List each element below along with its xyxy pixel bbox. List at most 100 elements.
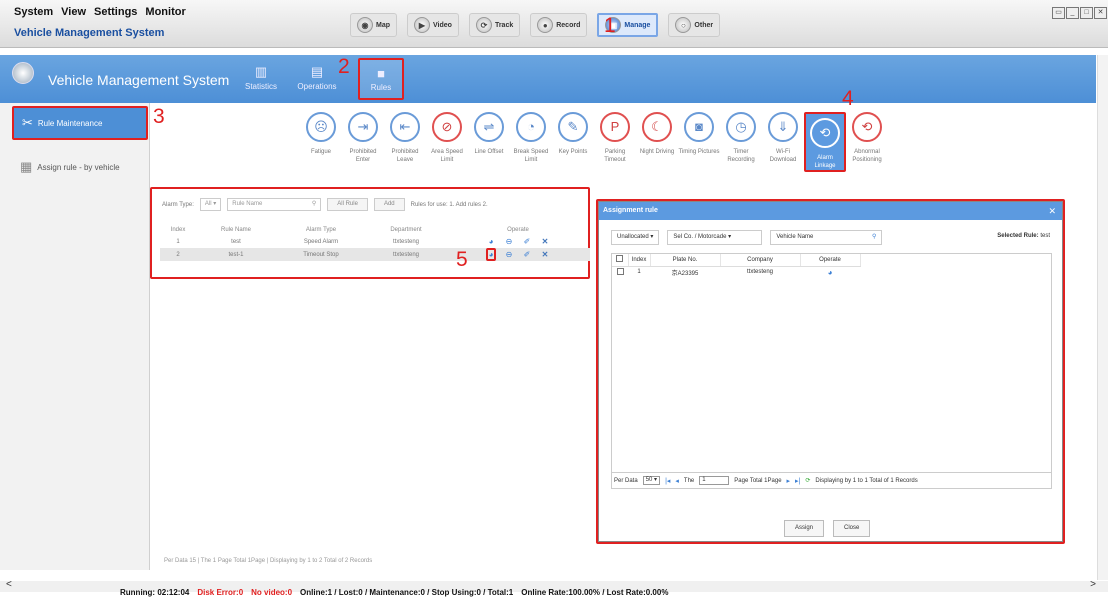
search-icon[interactable]: ⚲ [872, 231, 876, 244]
search-icon[interactable]: ⚲ [312, 199, 316, 210]
menu-system[interactable]: System [14, 6, 53, 18]
add-rule-button[interactable]: Add [373, 198, 405, 211]
rule-toolbar: Alarm Type: All ▾ Rule Name ⚲ All Rule Ad… [162, 198, 488, 211]
camera-icon: ◙ [684, 112, 714, 142]
rule-fatigue[interactable]: ☹ Fatigue [300, 112, 342, 172]
table-header: Index Plate No. Company Operate [612, 254, 861, 267]
edit-icon[interactable]: ✐ [522, 250, 532, 259]
tab-operations[interactable]: ▤ Operations [294, 58, 340, 100]
delete-icon[interactable]: ✕ [540, 250, 550, 259]
company-select[interactable]: Sel Co. / Motorcade ▾ [667, 230, 763, 245]
table-header: Index Rule Name Alarm Type Department Op… [170, 226, 529, 233]
video-icon: ▶ [414, 17, 430, 33]
dialog-pager: Per Data 50 ▾ |◂ ◂ The 1 Page Total 1Page… [611, 473, 1052, 489]
operations-icon: ▤ [310, 64, 324, 79]
nav-other[interactable]: ○ Other [668, 13, 721, 37]
rule-table-pager[interactable]: Per Data 15 | The 1 Page Total 1Page | D… [164, 558, 372, 564]
alarm-linkage-icon: ⟲ [810, 118, 840, 148]
per-data-select[interactable]: 50 ▾ [642, 476, 661, 485]
fatigue-icon: ☹ [306, 112, 336, 142]
row-checkbox[interactable] [616, 267, 624, 275]
select-all-checkbox[interactable] [616, 255, 624, 263]
tab-statistics[interactable]: ▥ Statistics [238, 58, 284, 100]
menu-view[interactable]: View [61, 6, 86, 18]
area-speed-icon: ⊘ [432, 112, 462, 142]
vehicle-name-input[interactable]: Vehicle Name ⚲ [770, 230, 883, 245]
chart-icon: ▥ [254, 64, 268, 79]
table-row[interactable]: 1 京A23395 ttxtesteng ◕ [612, 266, 860, 278]
rule-timing-pictures[interactable]: ◙ Timing Pictures [678, 112, 720, 172]
building-icon: ▦ [20, 159, 33, 174]
parking-icon: P [600, 112, 630, 142]
table-row[interactable]: 2 test-1 Timeout Stop ttxtesteng ◕ ⊖ ✐ ✕ [160, 248, 590, 261]
record-icon: ● [537, 17, 554, 33]
rule-timer-recording[interactable]: ◷ Timer Recording [720, 112, 762, 172]
prev-page-icon[interactable]: ◂ [675, 477, 679, 485]
rule-table: Index Rule Name Alarm Type Department Op… [160, 224, 590, 261]
edit-icon[interactable]: ✐ [522, 237, 532, 246]
page-input[interactable]: 1 [699, 476, 730, 485]
close-icon[interactable]: ✕ [1094, 7, 1107, 19]
rule-parking-timeout[interactable]: P Parking Timeout [594, 112, 636, 172]
speedometer-icon: ◔ [516, 112, 546, 142]
night-car-icon: ☾ [642, 112, 672, 142]
rule-night-driving[interactable]: ☾ Night Driving [636, 112, 678, 172]
rule-area-speed-limit[interactable]: ⊘ Area Speed Limit [426, 112, 468, 172]
annotation-5: 5 [456, 248, 468, 271]
other-icon: ○ [675, 17, 692, 33]
annotation-4: 4 [842, 87, 854, 110]
vertical-scrollbar[interactable] [1097, 55, 1108, 580]
rule-type-bar: ☹ Fatigue ⇥ Prohibited Enter ⇤ Prohibited L… [300, 112, 888, 172]
assign-icon[interactable]: ◕ [486, 237, 496, 246]
maximize-icon[interactable]: □ [1080, 7, 1093, 19]
rule-name-input[interactable]: Rule Name ⚲ [227, 198, 322, 211]
delete-icon[interactable]: ✕ [540, 237, 550, 246]
nav-track[interactable]: ⟳ Track [468, 13, 521, 37]
system-logo-icon [12, 62, 34, 84]
sidebar-item-assign-by-vehicle[interactable]: ▦ Assign rule - by vehicle [12, 150, 148, 184]
rule-key-points[interactable]: ✎ Key Points [552, 112, 594, 172]
first-page-icon[interactable]: |◂ [665, 477, 670, 485]
alarm-type-select[interactable]: All ▾ [199, 198, 222, 211]
minimize-icon[interactable]: _ [1066, 7, 1079, 19]
assign-icon[interactable]: ◕ [825, 268, 835, 277]
window-menu-icon[interactable]: ▭ [1052, 7, 1065, 19]
menu-settings[interactable]: Settings [94, 6, 137, 18]
annotation-3: 3 [153, 105, 165, 128]
assign-icon[interactable]: ◕ [486, 248, 496, 261]
disable-icon[interactable]: ⊖ [504, 237, 514, 246]
rule-prohibited-enter[interactable]: ⇥ Prohibited Enter [342, 112, 384, 172]
refresh-icon[interactable]: ⟳ [805, 477, 810, 484]
last-page-icon[interactable]: ▸| [795, 477, 800, 485]
dialog-close-icon[interactable]: ✕ [1048, 206, 1056, 217]
nav-map[interactable]: ◉ Map [350, 13, 397, 37]
map-icon: ◉ [357, 17, 373, 33]
next-page-icon[interactable]: ▸ [787, 477, 791, 485]
sidebar-item-rule-maintenance[interactable]: ✂ Rule Maintenance [12, 106, 148, 140]
track-icon: ⟳ [475, 17, 492, 33]
rule-break-speed-limit[interactable]: ◔ Break Speed Limit [510, 112, 552, 172]
nav-video[interactable]: ▶ Video [407, 13, 459, 37]
nav-record[interactable]: ● Record [530, 13, 588, 37]
unallocated-select[interactable]: Unallocated ▾ [611, 230, 660, 245]
rule-abnormal-positioning[interactable]: ⟲ Abnormal Positioning [846, 112, 888, 172]
vehicle-table: Index Plate No. Company Operate 1 京A2339… [612, 254, 861, 278]
close-button[interactable]: Close [833, 520, 871, 537]
timer-icon: ◷ [726, 112, 756, 142]
table-row[interactable]: 1 test Speed Alarm ttxtesteng ◕ ⊖ ✐ ✕ [160, 235, 590, 248]
rule-alarm-linkage[interactable]: ⟲ Alarm Linkage [804, 112, 846, 172]
rule-prohibited-leave[interactable]: ⇤ Prohibited Leave [384, 112, 426, 172]
rule-line-offset[interactable]: ⇌ Line Offset [468, 112, 510, 172]
menu-monitor[interactable]: Monitor [145, 6, 185, 18]
all-rule-button[interactable]: All Rule [327, 198, 368, 211]
disable-icon[interactable]: ⊖ [504, 250, 514, 259]
app-title: Vehicle Management System [14, 27, 165, 39]
dialog-toolbar: Unallocated ▾ Sel Co. / Motorcade ▾ Vehi… [611, 230, 883, 245]
car-enter-icon: ⇥ [348, 112, 378, 142]
pen-icon: ✎ [558, 112, 588, 142]
rule-wifi-download[interactable]: ⇓ Wi-Fi Download [762, 112, 804, 172]
assign-button[interactable]: Assign [784, 520, 825, 537]
tools-icon: ✂ [22, 115, 33, 130]
tab-rules[interactable]: ■ Rules [358, 58, 404, 100]
annotation-2: 2 [338, 55, 350, 78]
